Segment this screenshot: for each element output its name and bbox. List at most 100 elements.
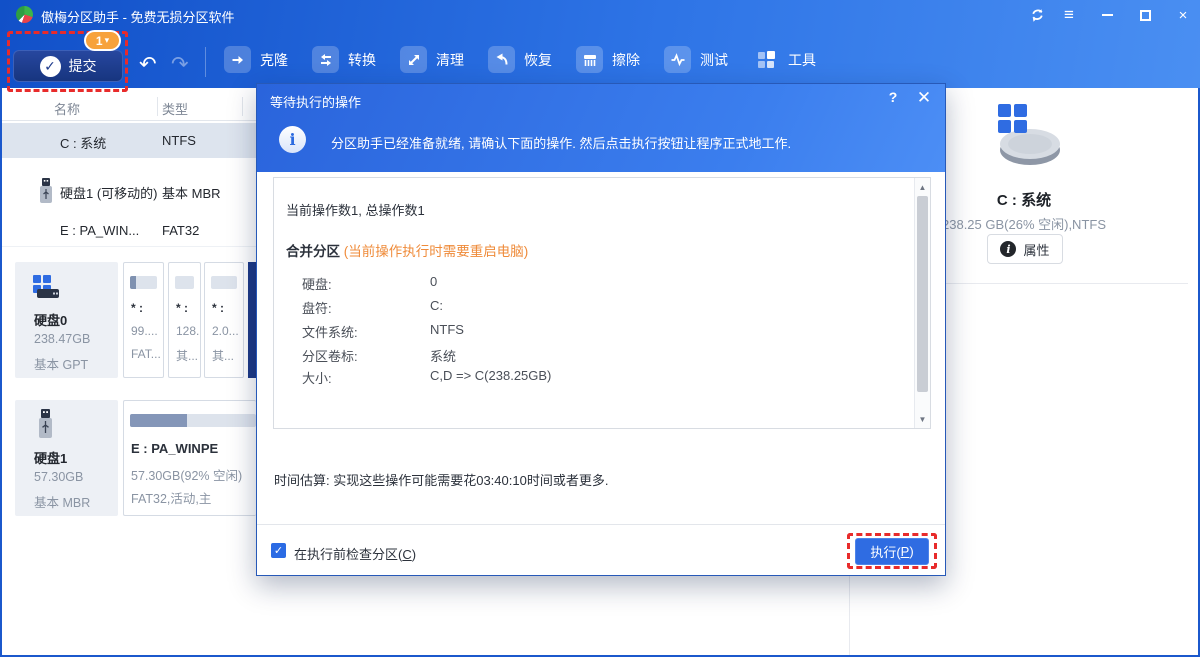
toolbar-item-label: 工具	[788, 50, 816, 70]
dialog-header: 等待执行的操作 ? ✕ i 分区助手已经准备就绪, 请确认下面的操作. 然后点击…	[257, 84, 945, 172]
toolbar-item-convert[interactable]: 转换	[312, 46, 376, 73]
column-header-name[interactable]: 名称	[54, 99, 80, 118]
toolbar-item-label: 转换	[348, 50, 376, 70]
toolbar-separator	[205, 47, 206, 77]
detail-value: C,D => C(238.25GB)	[430, 368, 551, 383]
properties-label: 属性	[1023, 240, 1049, 259]
partition-label: * :	[131, 301, 143, 315]
capacity-bar	[175, 276, 194, 289]
detail-value: NTFS	[430, 322, 464, 337]
info-icon: i	[279, 126, 306, 153]
refresh-icon[interactable]	[1026, 6, 1048, 24]
check-partitions-label: 在执行前检查分区(C)	[294, 544, 416, 563]
disk-size: 238.47GB	[34, 332, 90, 346]
partition-size: 99....	[131, 324, 158, 338]
app-window: 傲梅分区助手 - 免费无损分区软件 ≡ × ✓ 提交 1 ▾ ↶ ↷ 克隆	[0, 0, 1200, 657]
redo-button[interactable]: ↷	[171, 52, 189, 77]
partition-name: C : 系统	[60, 133, 106, 152]
toolbar-item-test[interactable]: 测试	[664, 46, 728, 73]
partition-size: 128...	[176, 324, 201, 338]
info-icon: i	[1000, 241, 1016, 257]
operation-name: 合并分区	[286, 244, 340, 259]
minimize-button[interactable]	[1096, 6, 1118, 24]
disk-name: 硬盘1 (可移动的)	[60, 183, 158, 202]
execute-highlight-dashes	[847, 533, 937, 569]
erase-icon	[576, 46, 603, 73]
operation-warning: (当前操作执行时需要重启电脑)	[344, 244, 529, 259]
disk0-info-card[interactable]: 硬盘0 238.47GB 基本 GPT	[15, 262, 118, 378]
menu-icon[interactable]: ≡	[1058, 6, 1080, 24]
column-divider	[157, 97, 158, 116]
partition-3d-disk-icon	[990, 102, 1064, 168]
disk-name: 硬盘0	[34, 310, 67, 329]
toolbar-item-recover[interactable]: 恢复	[488, 46, 552, 73]
capacity-bar	[130, 414, 256, 427]
maximize-button[interactable]	[1134, 6, 1156, 24]
close-button[interactable]: ×	[1172, 6, 1194, 24]
disk0-partition-1[interactable]: * : 99.... FAT...	[123, 262, 164, 378]
toolbar: 克隆 转换 清理 恢复	[224, 46, 816, 73]
help-icon[interactable]: ?	[884, 89, 902, 105]
window-title: 傲梅分区助手 - 免费无损分区软件	[41, 7, 235, 26]
dialog-divider	[257, 524, 945, 525]
undo-button[interactable]: ↶	[139, 52, 157, 77]
clone-icon	[224, 46, 251, 73]
operation-title: 合并分区 (当前操作执行时需要重启电脑)	[286, 240, 528, 260]
properties-button[interactable]: i 属性	[987, 234, 1063, 264]
check-partitions-checkbox[interactable]: ✓	[271, 543, 286, 558]
partition-label: E : PA_WINPE	[131, 441, 218, 456]
detail-label: 大小:	[302, 368, 332, 387]
pending-operations-dialog: 等待执行的操作 ? ✕ i 分区助手已经准备就绪, 请确认下面的操作. 然后点击…	[256, 83, 946, 576]
operations-list: 当前操作数1, 总操作数1 合并分区 (当前操作执行时需要重启电脑) 硬盘: 0…	[273, 177, 931, 429]
capacity-bar	[130, 276, 157, 289]
clean-icon	[400, 46, 427, 73]
detail-label: 分区卷标:	[302, 346, 358, 365]
disk0-partition-2[interactable]: * : 128... 其...	[168, 262, 201, 378]
toolbar-item-label: 擦除	[612, 50, 640, 70]
pending-operations-badge[interactable]: 1 ▾	[84, 30, 121, 51]
partition-type: FAT32	[162, 223, 199, 238]
toolbar-item-label: 测试	[700, 50, 728, 70]
disk-size: 57.30GB	[34, 470, 83, 484]
toolbar-item-tools[interactable]: 工具	[752, 46, 816, 73]
disk-style: 基本 GPT	[34, 354, 88, 373]
disk-name: 硬盘1	[34, 448, 67, 467]
dialog-banner-text: 分区助手已经准备就绪, 请确认下面的操作. 然后点击执行按钮让程序正式地工作.	[331, 133, 791, 152]
convert-icon	[312, 46, 339, 73]
dialog-close-icon[interactable]: ✕	[915, 88, 933, 108]
scrollbar[interactable]: ▲ ▼	[914, 178, 930, 428]
partition-size: 57.30GB(92% 空闲)	[131, 465, 242, 484]
partition-size: 2.0...	[212, 324, 239, 338]
toolbar-item-label: 恢复	[524, 50, 552, 70]
disk1-info-card[interactable]: 硬盘1 57.30GB 基本 MBR	[15, 400, 118, 516]
header-chrome: 傲梅分区助手 - 免费无损分区软件 ≡ × ✓ 提交 1 ▾ ↶ ↷ 克隆	[0, 0, 1200, 88]
dialog-title: 等待执行的操作	[270, 92, 361, 111]
time-estimate: 时间估算: 实现这些操作可能需要花03:40:10时间或者更多.	[274, 470, 608, 489]
toolbar-item-clone[interactable]: 克隆	[224, 46, 288, 73]
operations-summary: 当前操作数1, 总操作数1	[286, 200, 425, 219]
scrollbar-thumb[interactable]	[917, 196, 928, 392]
disk0-partition-3[interactable]: * : 2.0... 其...	[204, 262, 244, 378]
scroll-down-icon[interactable]: ▼	[915, 411, 930, 427]
partition-label: * :	[212, 301, 224, 315]
disk1-partition-e[interactable]: E : PA_WINPE 57.30GB(92% 空闲) FAT32,活动,主	[123, 400, 256, 516]
partition-fs: 其...	[212, 347, 234, 364]
detail-label: 文件系统:	[302, 322, 358, 341]
scroll-up-icon[interactable]: ▲	[915, 179, 930, 195]
column-header-type[interactable]: 类型	[162, 99, 188, 118]
detail-value: C:	[430, 298, 443, 313]
partition-fs: FAT32,活动,主	[131, 488, 211, 507]
toolbar-item-erase[interactable]: 擦除	[576, 46, 640, 73]
recover-icon	[488, 46, 515, 73]
tools-icon	[752, 46, 779, 73]
column-divider	[242, 97, 243, 116]
capacity-bar	[211, 276, 237, 289]
disk-icon	[32, 274, 60, 300]
disk-type: 基本 MBR	[162, 183, 221, 202]
partition-fs: 其...	[176, 347, 198, 364]
usb-icon	[38, 177, 54, 205]
detail-value: 0	[430, 274, 437, 289]
toolbar-item-label: 清理	[436, 50, 464, 70]
partition-label: * :	[176, 301, 188, 315]
toolbar-item-clean[interactable]: 清理	[400, 46, 464, 73]
